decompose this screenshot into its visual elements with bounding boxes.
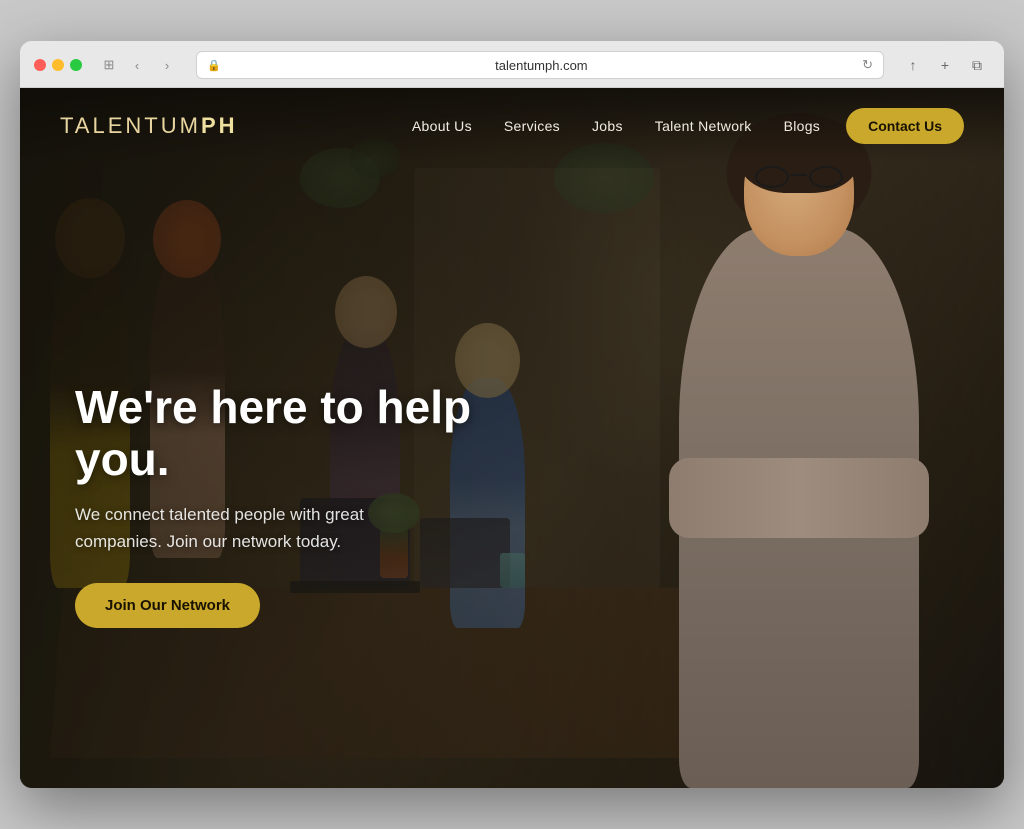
- nav-item-about-us[interactable]: About Us: [398, 112, 486, 140]
- glasses-left-lens: [755, 166, 789, 188]
- new-tab-button[interactable]: +: [932, 54, 958, 76]
- logo-talentum: TALENTUM: [60, 113, 201, 139]
- woman-arms: [669, 458, 929, 538]
- logo[interactable]: TALENTUM PH: [60, 113, 238, 139]
- nav-links: About Us Services Jobs Talent Network Bl…: [398, 108, 964, 144]
- join-network-button[interactable]: Join Our Network: [75, 583, 260, 628]
- nav-item-jobs[interactable]: Jobs: [578, 112, 637, 140]
- browser-navigation: ⊞ ‹ ›: [98, 54, 180, 76]
- logo-ph: PH: [201, 113, 238, 139]
- hero-subtitle: We connect talented people with great co…: [75, 502, 435, 555]
- reload-button[interactable]: ↻: [862, 57, 873, 73]
- address-bar[interactable]: 🔒 talentumph.com ↻: [196, 51, 884, 79]
- share-button[interactable]: ↑: [900, 54, 926, 76]
- minimize-window-button[interactable]: [52, 59, 64, 71]
- navbar: TALENTUM PH About Us Services Jobs Talen…: [20, 88, 1004, 163]
- nav-item-services[interactable]: Services: [490, 112, 574, 140]
- back-button[interactable]: ‹: [124, 54, 150, 76]
- glasses-right-lens: [809, 166, 843, 188]
- forward-button[interactable]: ›: [154, 54, 180, 76]
- contact-us-button[interactable]: Contact Us: [846, 108, 964, 144]
- hero-title: We're here to help you.: [75, 381, 555, 487]
- hero-content: We're here to help you. We connect talen…: [75, 381, 555, 628]
- url-display: talentumph.com: [229, 58, 854, 73]
- nav-item-talent-network[interactable]: Talent Network: [641, 112, 766, 140]
- browser-action-buttons: ↑ + ⧉: [900, 54, 990, 76]
- website-content: TALENTUM PH About Us Services Jobs Talen…: [20, 88, 1004, 788]
- maximize-window-button[interactable]: [70, 59, 82, 71]
- copy-button[interactable]: ⧉: [964, 54, 990, 76]
- window-control[interactable]: ⊞: [98, 54, 120, 76]
- close-window-button[interactable]: [34, 59, 46, 71]
- security-icon: 🔒: [207, 59, 221, 72]
- glasses-bridge: [791, 174, 807, 176]
- browser-chrome: ⊞ ‹ › 🔒 talentumph.com ↻ ↑ + ⧉: [20, 41, 1004, 88]
- traffic-lights: [34, 59, 82, 71]
- hero-woman-figure: [614, 108, 984, 788]
- woman-glasses: [755, 166, 843, 188]
- browser-window: ⊞ ‹ › 🔒 talentumph.com ↻ ↑ + ⧉: [20, 41, 1004, 788]
- nav-item-blogs[interactable]: Blogs: [770, 112, 835, 140]
